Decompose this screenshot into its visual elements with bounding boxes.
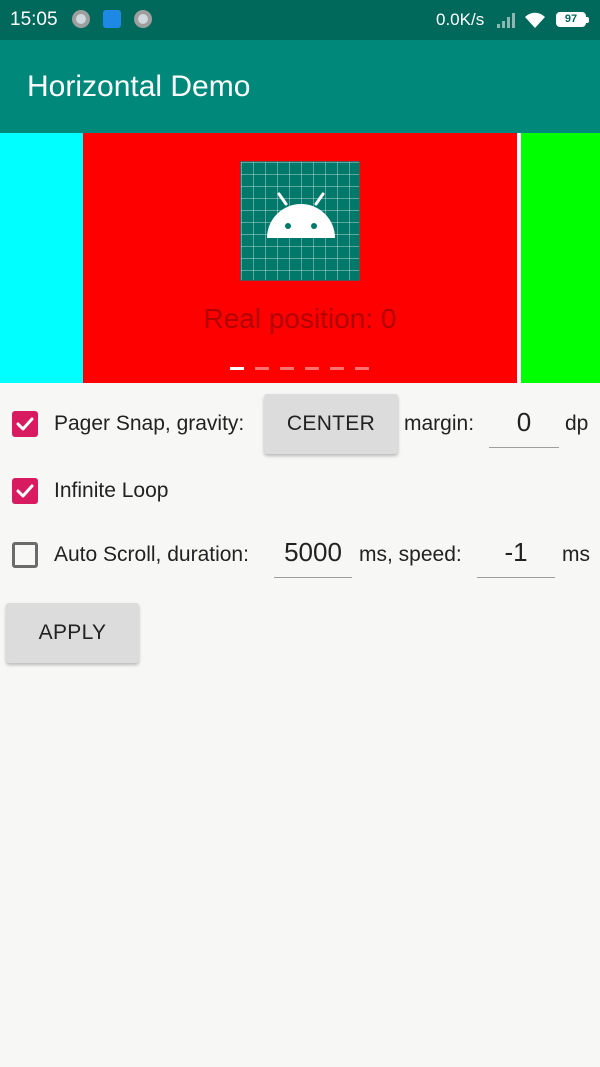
check-icon (16, 417, 34, 431)
android-launcher-icon (240, 161, 360, 281)
indicator-dot-active (230, 367, 244, 370)
speed-input[interactable]: -1 (477, 537, 555, 578)
pager-page-current[interactable]: Real position: 0 (83, 133, 517, 383)
notification-circle-icon (134, 10, 152, 28)
notification-circle-icon (72, 10, 90, 28)
pager-page-next[interactable] (517, 133, 600, 383)
apply-button[interactable]: APPLY (6, 603, 139, 663)
indicator-dot (305, 367, 319, 370)
indicator-dot (255, 367, 269, 370)
speed-unit-label: ms (562, 543, 590, 566)
network-speed: 0.0K/s (436, 10, 485, 29)
status-bar: 15:05 0.0K/s 97 (0, 0, 600, 40)
infinite-loop-checkbox[interactable] (12, 478, 38, 504)
auto-scroll-label: Auto Scroll, duration: (54, 543, 249, 566)
duration-input[interactable]: 5000 (274, 537, 352, 578)
margin-label: margin: (404, 412, 475, 435)
app-bar: Horizontal Demo (0, 40, 600, 133)
margin-input[interactable]: 0 (489, 407, 559, 448)
auto-scroll-checkbox[interactable] (12, 542, 38, 568)
horizontal-pager[interactable]: Real position: 0 (0, 133, 600, 383)
app-title: Horizontal Demo (27, 70, 251, 103)
pager-snap-label: Pager Snap, gravity: (54, 412, 245, 435)
status-time: 15:05 (10, 9, 58, 30)
wifi-icon (525, 12, 545, 28)
screenshot-app-icon (103, 10, 121, 28)
battery-level: 97 (564, 13, 578, 25)
pager-snap-checkbox[interactable] (12, 411, 38, 437)
indicator-dot (355, 367, 369, 370)
page-divider (517, 133, 521, 383)
signal-icon (497, 13, 515, 28)
indicator-dot (330, 367, 344, 370)
pager-page-previous[interactable] (0, 133, 83, 383)
infinite-loop-label: Infinite Loop (54, 479, 169, 502)
real-position-label: Real position: 0 (203, 303, 397, 334)
margin-unit-label: dp (565, 412, 589, 435)
indicator-dot (280, 367, 294, 370)
speed-label: ms, speed: (359, 543, 462, 566)
check-icon (16, 484, 34, 498)
gravity-button[interactable]: CENTER (264, 394, 398, 454)
battery-icon: 97 (556, 12, 589, 27)
